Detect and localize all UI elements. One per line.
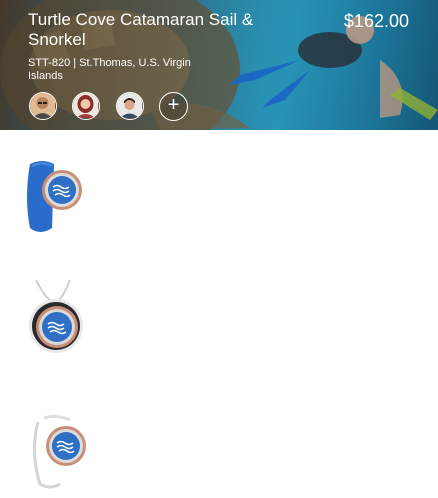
guest-avatar-man-icon: [117, 93, 142, 118]
guest-avatar-1[interactable]: [29, 92, 57, 120]
guest-avatar-3[interactable]: [116, 92, 144, 120]
guest-avatar-woman-icon: [73, 93, 98, 118]
guest-avatar-2[interactable]: [72, 92, 100, 120]
wearable-option-pendant[interactable]: [26, 279, 88, 365]
wearable-option-clip[interactable]: [26, 412, 90, 497]
add-guest-button[interactable]: +: [159, 92, 188, 121]
wearable-option-wristband[interactable]: [22, 158, 86, 241]
excursion-price: $162.00: [343, 11, 409, 31]
medallion-pendant-icon: [29, 279, 83, 353]
medallion-wristband-icon: [27, 161, 82, 232]
excursion-title: Turtle Cove Catamaran Sail & Snorkel: [28, 10, 254, 49]
medallion-clip-icon: [33, 414, 86, 489]
excursion-code-location: STT-820 | St.Thomas, U.S. Virgin Islands: [28, 57, 191, 82]
guest-avatar-man-glasses-icon: [30, 93, 55, 118]
excursion-hero-banner[interactable]: Turtle Cove Catamaran Sail & Snorkel $16…: [0, 0, 438, 130]
